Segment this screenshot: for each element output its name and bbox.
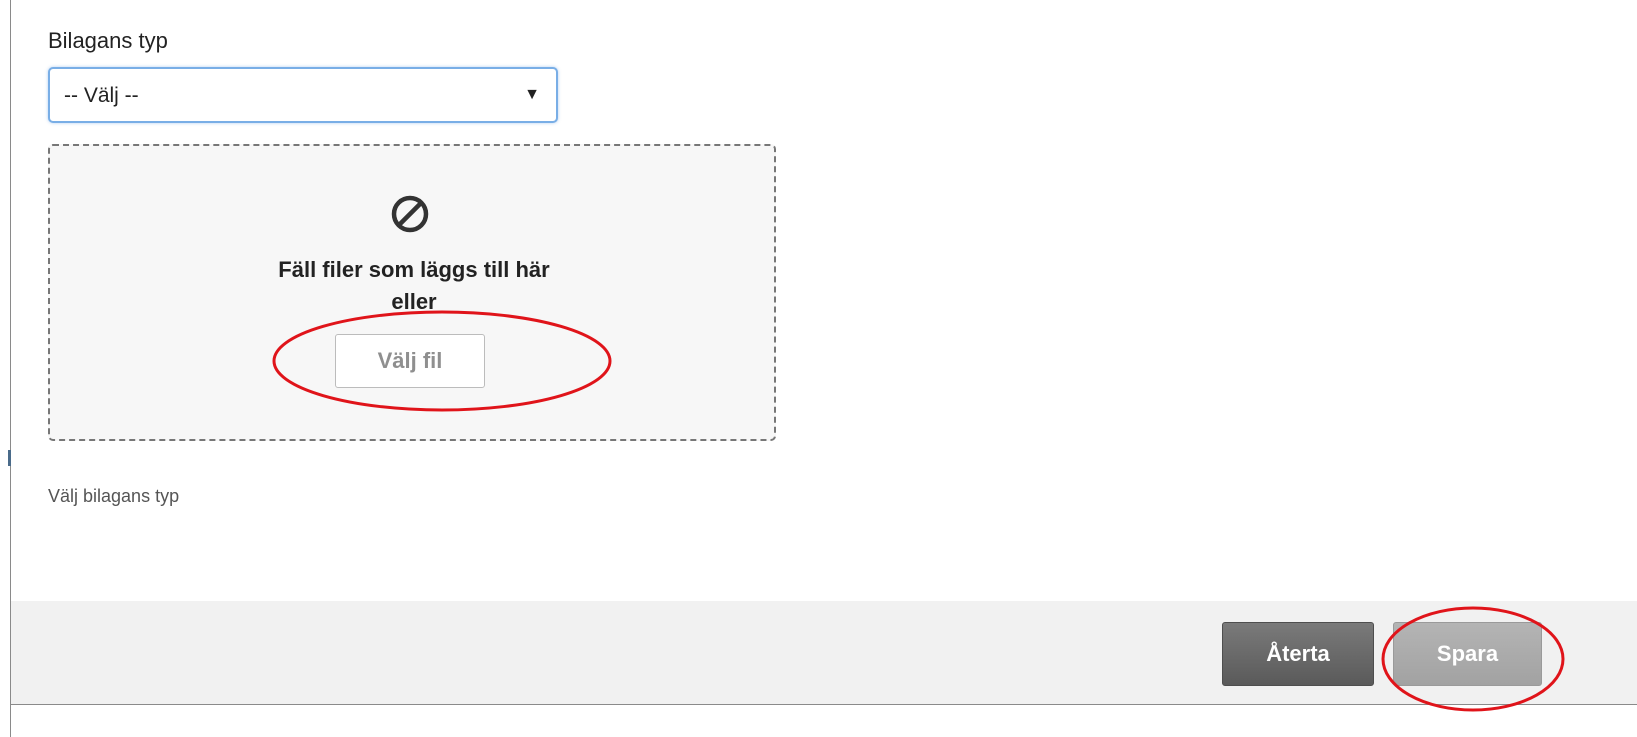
- dialog-footer: Återta Spara: [11, 601, 1637, 705]
- save-button[interactable]: Spara: [1393, 622, 1542, 686]
- chevron-down-icon: ▼: [524, 86, 540, 103]
- attachment-type-help-text: Välj bilagans typ: [48, 486, 180, 506]
- cancel-button[interactable]: Återta: [1222, 622, 1374, 686]
- choose-file-button[interactable]: Välj fil: [335, 334, 485, 388]
- dialog-page: Bilagans typ -- Välj -- ▼ Fäll filer som…: [0, 0, 1637, 737]
- dropzone-instruction: Fäll filer som läggs till här: [278, 257, 550, 282]
- attachment-type-label: Bilagans typ: [48, 28, 168, 53]
- dialog-left-border-accent: [8, 450, 11, 466]
- attachment-type-selected-value: -- Välj --: [64, 84, 139, 107]
- dropzone-or-text: eller: [391, 289, 437, 314]
- file-dropzone[interactable]: Fäll filer som läggs till här eller Välj…: [48, 144, 776, 441]
- prohibit-icon: [391, 195, 429, 233]
- attachment-type-select[interactable]: -- Välj -- ▼: [48, 67, 558, 123]
